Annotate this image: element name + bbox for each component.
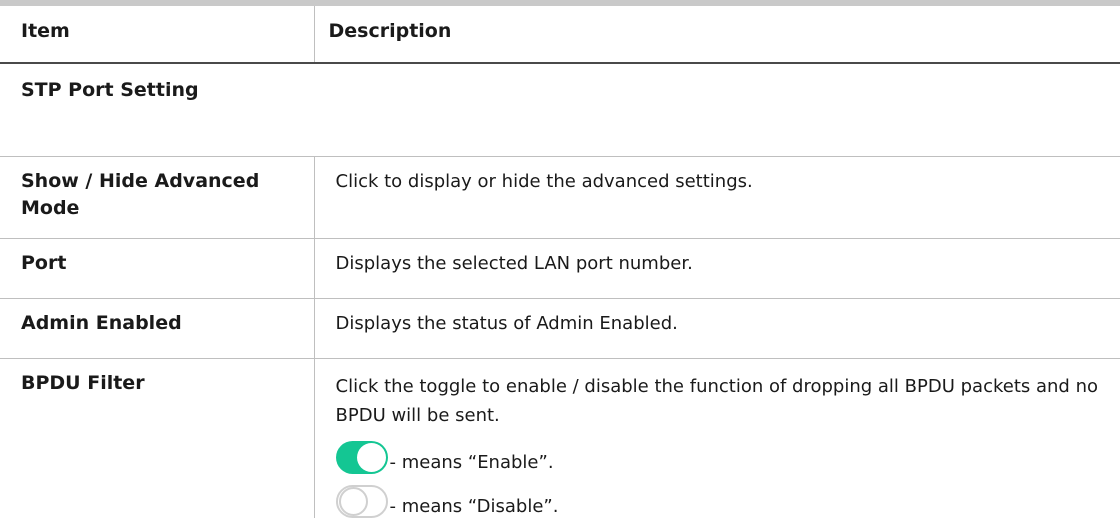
item-admin-enabled: Admin Enabled	[0, 298, 314, 358]
toggle-enable-legend: - means “Enable”.	[336, 430, 1120, 474]
toggle-enable-text: - means “Enable”.	[390, 452, 554, 474]
description-cell: Click the toggle to enable / disable the…	[314, 358, 1120, 518]
description-table: Item Description STP Port Setting Show /…	[0, 6, 1120, 518]
table-row: Show / Hide Advanced Mode Click to displ…	[0, 156, 1120, 238]
item-show-hide-advanced-mode: Show / Hide Advanced Mode	[0, 156, 314, 238]
item-label-line-2: Mode	[21, 197, 79, 219]
description-cell: Click to display or hide the advanced se…	[314, 156, 1120, 238]
table-row: Port Displays the selected LAN port numb…	[0, 238, 1120, 298]
bpdu-description-text: Click the toggle to enable / disable the…	[336, 372, 1120, 430]
toggle-disable-text: - means “Disable”.	[390, 496, 559, 518]
toggle-on-icon	[336, 441, 388, 474]
section-title: STP Port Setting	[0, 63, 1120, 156]
toggle-disable-legend: - means “Disable”.	[336, 474, 1120, 518]
table-row: Admin Enabled Displays the status of Adm…	[0, 298, 1120, 358]
header-item: Item	[0, 6, 314, 63]
toggle-off-icon	[336, 485, 388, 518]
table-row: BPDU Filter Click the toggle to enable /…	[0, 358, 1120, 518]
document-page: Item Description STP Port Setting Show /…	[0, 0, 1120, 502]
item-label-line-1: Show / Hide Advanced	[21, 170, 259, 192]
description-cell: Displays the selected LAN port number.	[314, 238, 1120, 298]
description-cell: Displays the status of Admin Enabled.	[314, 298, 1120, 358]
item-port: Port	[0, 238, 314, 298]
item-bpdu-filter: BPDU Filter	[0, 358, 314, 518]
section-row: STP Port Setting	[0, 63, 1120, 156]
header-description: Description	[314, 6, 1120, 63]
table-header-row: Item Description	[0, 6, 1120, 63]
